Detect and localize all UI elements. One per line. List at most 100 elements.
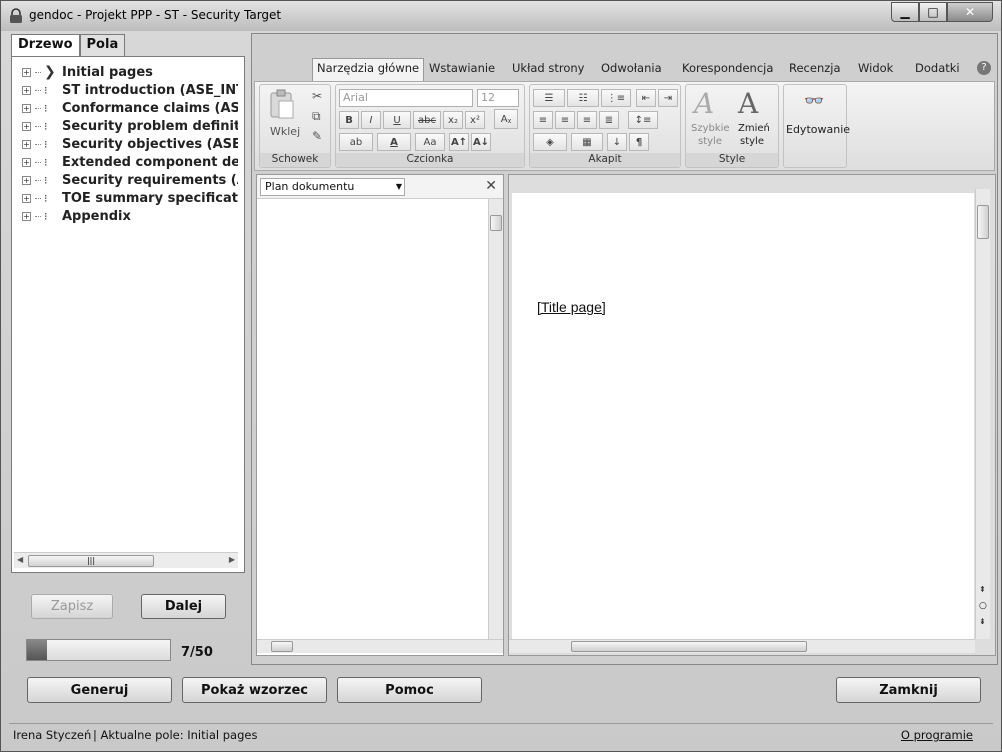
tree-item[interactable]: + ⁝ Security objectives (ASE_ bbox=[22, 135, 238, 153]
increase-indent-button[interactable]: ⇥ bbox=[658, 89, 678, 107]
shrink-font-button[interactable]: A↓ bbox=[471, 133, 491, 151]
next-page-icon[interactable]: ⇟ bbox=[979, 617, 986, 626]
help-icon[interactable]: ? bbox=[977, 61, 991, 75]
expand-icon[interactable]: + bbox=[22, 211, 31, 221]
bold-button[interactable]: B bbox=[339, 111, 359, 129]
scroll-left-icon[interactable]: ◀ bbox=[17, 555, 23, 564]
document-vscrollbar[interactable]: ⇞ ○ ⇟ bbox=[975, 189, 990, 639]
close-button[interactable]: Zamknij bbox=[836, 677, 981, 703]
tab-wstawianie[interactable]: Wstawianie bbox=[429, 61, 495, 75]
change-styles-button[interactable]: Zmień bbox=[738, 123, 770, 134]
tree-item[interactable]: + ⁝ Conformance claims (ASE bbox=[22, 99, 238, 117]
borders-button[interactable]: ▦ bbox=[571, 133, 603, 151]
tab-narzedzia-glowne[interactable]: Narzędzia główne bbox=[312, 58, 425, 81]
font-name-box[interactable]: Arial bbox=[339, 89, 473, 107]
scrollbar-thumb[interactable] bbox=[571, 641, 807, 652]
maximize-button[interactable]: □ bbox=[919, 2, 947, 22]
expand-icon[interactable]: + bbox=[22, 85, 31, 95]
tree-item[interactable]: + ⁝ Security problem definitio bbox=[22, 117, 238, 135]
tree-item[interactable]: + ⁝ TOE summary specificatio bbox=[22, 189, 238, 207]
scrollbar-thumb[interactable]: ||| bbox=[28, 555, 154, 567]
about-link[interactable]: O programie bbox=[901, 728, 973, 742]
styles-group-name: Style bbox=[686, 153, 778, 167]
editing-group: 👓 Edytowanie bbox=[783, 84, 850, 168]
expand-icon[interactable]: + bbox=[22, 103, 31, 113]
show-marks-button[interactable]: ¶ bbox=[629, 133, 649, 151]
strikethrough-button[interactable]: abc bbox=[413, 111, 441, 129]
tab-uklad-strony[interactable]: Układ strony bbox=[512, 61, 584, 75]
close-icon: ✕ bbox=[964, 5, 976, 19]
document-page[interactable]: [Title page] bbox=[512, 193, 974, 639]
clear-format-button[interactable]: Aᵪ bbox=[494, 109, 518, 129]
scrollbar-thumb[interactable] bbox=[977, 205, 989, 239]
numbering-button[interactable]: ☷ bbox=[567, 89, 599, 107]
font-size-box[interactable]: 12 bbox=[477, 89, 519, 107]
tab-korespondencja[interactable]: Korespondencja bbox=[682, 61, 773, 75]
app-window: gendoc - Projekt PPP - ST - Security Tar… bbox=[0, 0, 1002, 752]
align-left-button[interactable]: ≡ bbox=[533, 111, 553, 129]
minimize-button[interactable]: ▁ bbox=[891, 2, 919, 22]
generate-button[interactable]: Generuj bbox=[27, 677, 172, 703]
tree-item[interactable]: + ❯ Initial pages bbox=[22, 63, 153, 81]
align-center-button[interactable]: ≡ bbox=[555, 111, 575, 129]
underline-button[interactable]: U bbox=[383, 111, 411, 129]
expand-icon[interactable]: + bbox=[22, 67, 31, 77]
tab-pola[interactable]: Pola bbox=[79, 34, 126, 56]
copy-icon[interactable]: ⧉ bbox=[312, 109, 321, 124]
close-icon[interactable]: ✕ bbox=[485, 178, 497, 194]
ribbon-tabs: Narzędzia główne Wstawianie Układ strony… bbox=[252, 58, 997, 81]
superscript-button[interactable]: x² bbox=[465, 111, 485, 129]
browse-object-icon[interactable]: ○ bbox=[979, 601, 987, 611]
close-window-button[interactable]: ✕ bbox=[947, 2, 993, 22]
scrollbar-thumb[interactable] bbox=[271, 641, 293, 652]
scroll-right-icon[interactable]: ▶ bbox=[229, 555, 235, 564]
expand-icon[interactable]: + bbox=[22, 121, 31, 131]
expand-icon[interactable]: + bbox=[22, 175, 31, 185]
multilevel-list-button[interactable]: ⋮≡ bbox=[601, 89, 631, 107]
tree-item[interactable]: + ⁝ ST introduction (ASE_INT bbox=[22, 81, 238, 99]
document-map-scrollbar[interactable] bbox=[488, 199, 503, 639]
highlight-button[interactable]: ab bbox=[339, 133, 373, 151]
document-map-select-value: Plan dokumentu bbox=[265, 180, 355, 193]
tree-item[interactable]: + ⁝ Security requirements (AS bbox=[22, 171, 238, 189]
scrollbar-thumb[interactable] bbox=[490, 215, 502, 231]
tree-item[interactable]: + ⁝ Appendix bbox=[22, 207, 131, 225]
format-painter-icon[interactable]: ✎ bbox=[312, 129, 322, 143]
justify-button[interactable]: ≣ bbox=[599, 111, 619, 129]
line-spacing-button[interactable]: ↕≡ bbox=[628, 111, 658, 129]
expand-icon[interactable]: + bbox=[22, 193, 31, 203]
sort-button[interactable]: ↓ bbox=[607, 133, 627, 151]
quick-styles-button[interactable]: Szybkie bbox=[691, 123, 730, 134]
decrease-indent-button[interactable]: ⇤ bbox=[636, 89, 656, 107]
document-map-hscrollbar[interactable] bbox=[257, 639, 503, 653]
tab-odwolania[interactable]: Odwołania bbox=[601, 61, 662, 75]
grow-font-button[interactable]: A↑ bbox=[449, 133, 469, 151]
italic-button[interactable]: I bbox=[361, 111, 381, 129]
prev-page-icon[interactable]: ⇞ bbox=[979, 585, 986, 594]
next-button[interactable]: Dalej bbox=[141, 594, 226, 619]
document-text[interactable]: [Title page] bbox=[537, 299, 606, 315]
shading-button[interactable]: ◈ bbox=[533, 133, 567, 151]
help-button[interactable]: Pomoc bbox=[337, 677, 482, 703]
show-template-button[interactable]: Pokaż wzorzec bbox=[182, 677, 327, 703]
paste-button[interactable]: Wklej bbox=[270, 125, 300, 138]
editing-button[interactable]: Edytowanie bbox=[786, 123, 850, 136]
tab-dodatki[interactable]: Dodatki bbox=[915, 61, 960, 75]
tab-widok[interactable]: Widok bbox=[858, 61, 893, 75]
document-hscrollbar[interactable] bbox=[509, 639, 975, 653]
bullets-button[interactable]: ☰ bbox=[533, 89, 565, 107]
font-color-button[interactable]: A bbox=[377, 133, 411, 151]
expand-icon[interactable]: + bbox=[22, 157, 31, 167]
tree-item[interactable]: + ⁝ Extended component defi bbox=[22, 153, 238, 171]
subscript-button[interactable]: x₂ bbox=[443, 111, 463, 129]
tree-horizontal-scrollbar[interactable]: ◀ ||| ▶ bbox=[14, 552, 238, 568]
cut-icon[interactable]: ✂ bbox=[312, 89, 322, 103]
expand-icon[interactable]: + bbox=[22, 139, 31, 149]
tab-recenzja[interactable]: Recenzja bbox=[789, 61, 841, 75]
change-case-button[interactable]: Aa bbox=[415, 133, 445, 151]
document-map-select[interactable]: Plan dokumentu ▼ bbox=[260, 178, 405, 196]
outline-node-icon: ⁝ bbox=[44, 191, 48, 205]
save-button[interactable]: Zapisz bbox=[31, 594, 113, 619]
align-right-button[interactable]: ≡ bbox=[577, 111, 597, 129]
tab-drzewo[interactable]: Drzewo bbox=[11, 34, 80, 57]
